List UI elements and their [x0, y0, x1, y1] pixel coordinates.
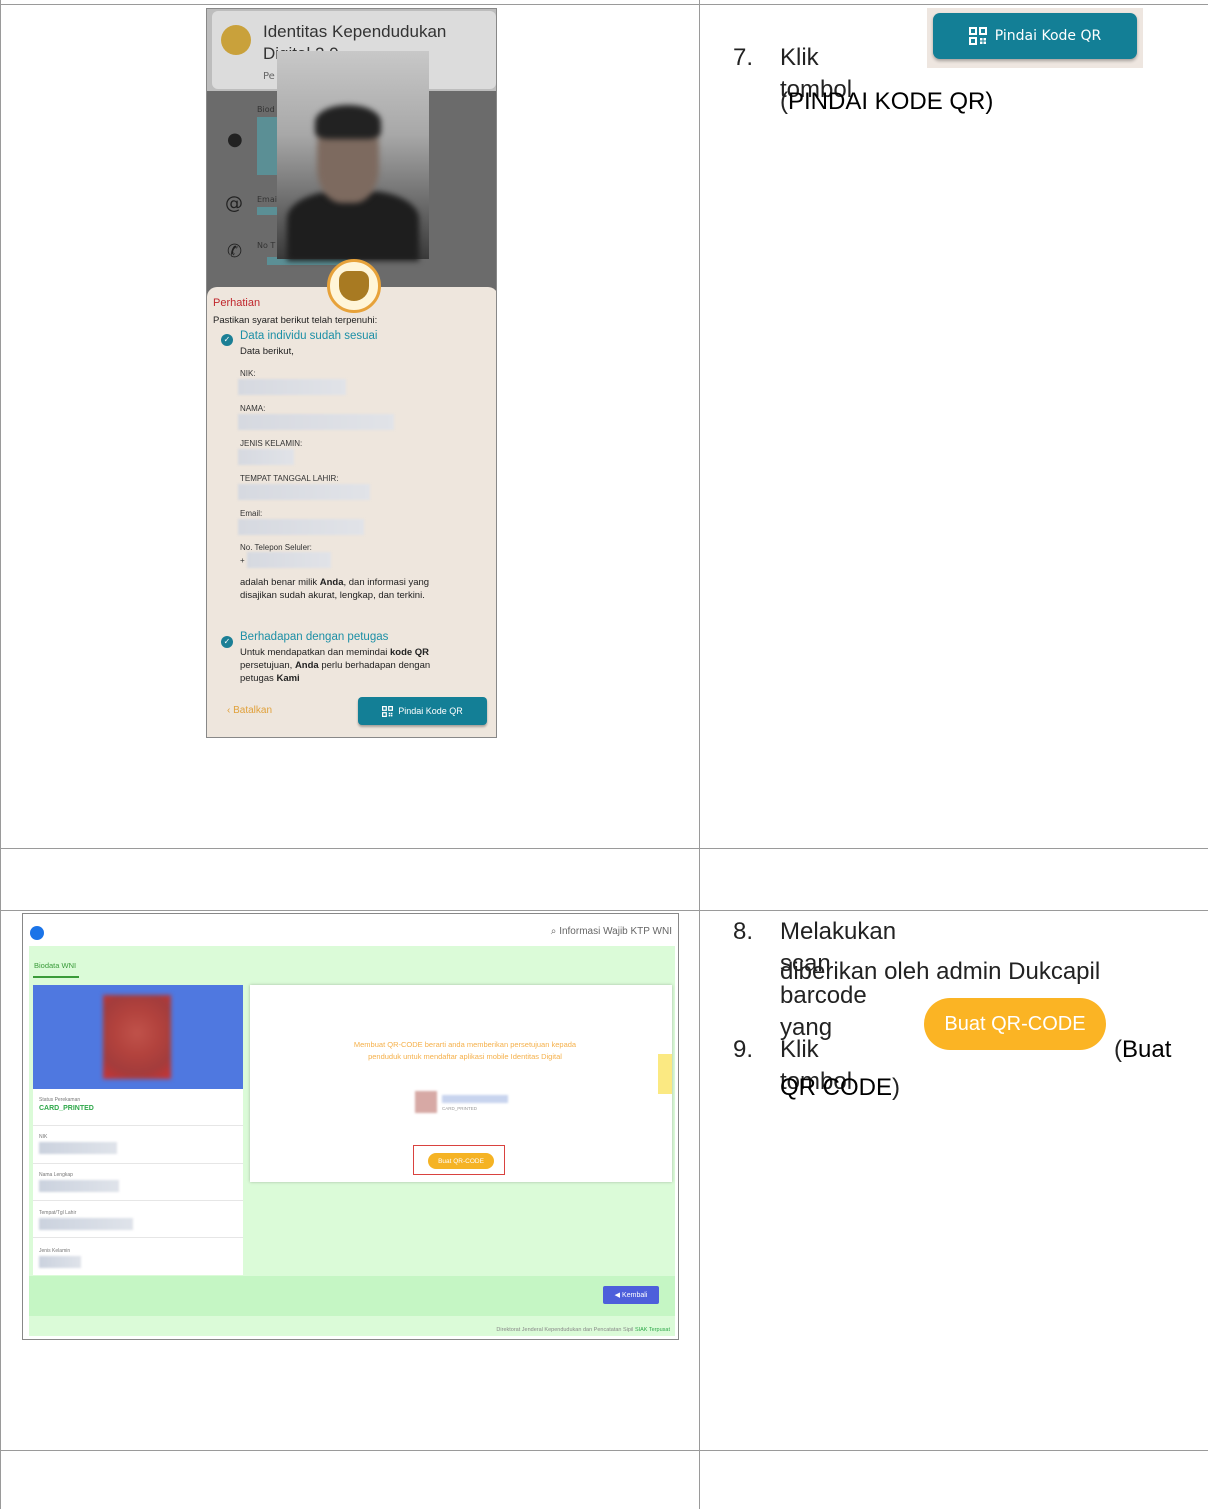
status-label: Status Perekaman: [39, 1097, 81, 1103]
table-border: [0, 1450, 1208, 1451]
nama-value-redacted: [39, 1180, 119, 1192]
step-8-line2: diberikan oleh admin Dukcapil: [780, 958, 1101, 985]
back-arrow-icon: ◀: [614, 1292, 621, 1299]
telp-label: No. Telepon Seluler:: [240, 543, 312, 552]
search-link[interactable]: ⌕ Informasi Wajib KTP WNI: [551, 926, 672, 937]
jk-label: JENIS KELAMIN:: [240, 439, 303, 448]
table-border: [0, 848, 1208, 849]
menu-logo-icon[interactable]: [30, 926, 44, 940]
qr-dialog: Membuat QR-CODE berarti anda memberikan …: [250, 985, 672, 1182]
footer-bar: [29, 1276, 675, 1316]
divider: [33, 1163, 243, 1164]
sheet-title: Perhatian: [213, 297, 261, 309]
jk-value-redacted: [39, 1256, 81, 1268]
tab-underline: [33, 976, 79, 978]
profile-card: Status Perekaman CARD_PRINTED NIK Nama L…: [33, 985, 243, 1275]
step-9-line2: QR CODE): [780, 1074, 901, 1101]
step-7-bold: PINDAI KODE QR): [788, 88, 994, 115]
field-label: No T: [257, 241, 276, 250]
telp-value-redacted: [247, 552, 331, 568]
field-label: Emai: [257, 195, 277, 204]
nik-value-redacted: [238, 379, 346, 395]
pindai-kode-qr-button[interactable]: Pindai Kode QR: [933, 13, 1137, 59]
nama-label: Nama Lengkap: [39, 1172, 73, 1178]
telp-prefix: +: [240, 556, 245, 565]
kembali-button[interactable]: ◀ Kembali: [603, 1286, 659, 1304]
nik-value-redacted: [39, 1142, 117, 1154]
nik-label: NIK: [39, 1134, 48, 1140]
thumb-name-redacted: [442, 1095, 508, 1103]
buat-qr-code-button[interactable]: Buat QR-CODE: [428, 1153, 494, 1169]
status-value: CARD_PRINTED: [39, 1105, 94, 1112]
table-border: [0, 910, 1208, 911]
ttl-label: Tempat/Tgl Lahir: [39, 1210, 77, 1216]
jk-value-redacted: [238, 449, 294, 465]
email-label: Email:: [240, 509, 263, 518]
field-label: Biod: [257, 105, 275, 114]
statement-line2: disajikan sudah akurat, lengkap, dan ter…: [240, 590, 425, 601]
cancel-button[interactable]: ‹ Batalkan: [227, 705, 272, 716]
nama-label: NAMA:: [240, 404, 266, 413]
face-photo: [277, 51, 429, 261]
siak-link[interactable]: SIAK Terpusat: [635, 1327, 670, 1333]
ttl-value-redacted: [238, 484, 370, 500]
thumb-status: CARD_PRINTED: [442, 1106, 478, 1111]
sheet-intro: Pastikan syarat berikut telah terpenuhi:: [213, 315, 378, 326]
check1-title: Data individu sudah sesuai: [240, 330, 378, 342]
check2-line3: petugas Kami: [240, 673, 300, 684]
step-9-bold2: QR CODE: [780, 1074, 893, 1101]
check1-subtitle: Data berikut,: [240, 346, 294, 357]
check-circle-icon: ✓: [221, 334, 233, 346]
nama-value-redacted: [238, 414, 394, 430]
profile-photo: [103, 995, 171, 1079]
buat-qr-code-big-button[interactable]: Buat QR-CODE: [924, 998, 1106, 1050]
check2-line2: persetujuan, Anda perlu berhadapan denga…: [240, 660, 431, 671]
table-border-left: [0, 0, 1, 1509]
photo-blur: [315, 105, 381, 139]
check2-title: Berhadapan dengan petugas: [240, 631, 389, 643]
pindai-kode-qr-label: Pindai Kode QR: [994, 28, 1102, 44]
phone-icon: ✆: [227, 241, 243, 262]
nik-label: NIK:: [240, 369, 256, 378]
ttl-label: TEMPAT TANGGAL LAHIR:: [240, 474, 339, 483]
ttl-value-redacted: [39, 1218, 133, 1230]
person-icon: ●: [227, 129, 243, 150]
dialog-message: Membuat QR-CODE berarti anda memberikan …: [353, 1040, 577, 1061]
table-border-mid: [699, 0, 700, 1509]
photo-background: [33, 985, 243, 1089]
app-subtitle: Pe: [263, 71, 275, 82]
step-9-paren: (Buat: [1114, 1036, 1172, 1063]
divider: [33, 1237, 243, 1238]
web-screenshot: ⌕ Informasi Wajib KTP WNI Biodata WNI St…: [22, 913, 679, 1340]
page-footer: Direktorat Jenderal Kependudukan dan Pen…: [496, 1327, 670, 1333]
phone-screenshot: Identitas Kependudukan Digital 2.0 Pe Bi…: [206, 8, 497, 738]
qr-code-icon: [382, 705, 394, 717]
table-border-top: [0, 4, 1208, 5]
scan-qr-button[interactable]: Pindai Kode QR: [358, 697, 487, 725]
at-icon: @: [225, 193, 243, 214]
step-9-bold1: Buat: [1122, 1036, 1172, 1063]
thumb-photo: [415, 1091, 437, 1113]
garuda-logo-icon: [221, 25, 251, 55]
email-value-redacted: [238, 519, 364, 535]
step-7-paren: (PINDAI KODE QR): [780, 88, 994, 115]
step-number: 7.: [733, 44, 754, 71]
divider: [33, 1200, 243, 1201]
step-number: 9.: [733, 1036, 754, 1063]
garuda-emblem-icon: [327, 259, 381, 313]
jk-label: Jenis Kelamin: [39, 1248, 71, 1254]
field-value: [257, 207, 277, 215]
divider: [33, 1125, 243, 1126]
check-circle-icon: ✓: [221, 636, 233, 648]
scan-qr-label: Pindai Kode QR: [398, 706, 463, 716]
garuda-emblem-icon-inner: [339, 271, 369, 301]
tab-biodata[interactable]: Biodata WNI: [34, 961, 76, 970]
check2-line1: Untuk mendapatkan dan memindai kode QR: [240, 647, 430, 658]
side-tools[interactable]: [658, 1054, 672, 1094]
step-number: 8.: [733, 918, 754, 945]
statement-line1: adalah benar milik Anda, dan informasi y…: [240, 577, 430, 588]
qr-code-icon: [968, 27, 987, 45]
field-value: [257, 117, 277, 175]
